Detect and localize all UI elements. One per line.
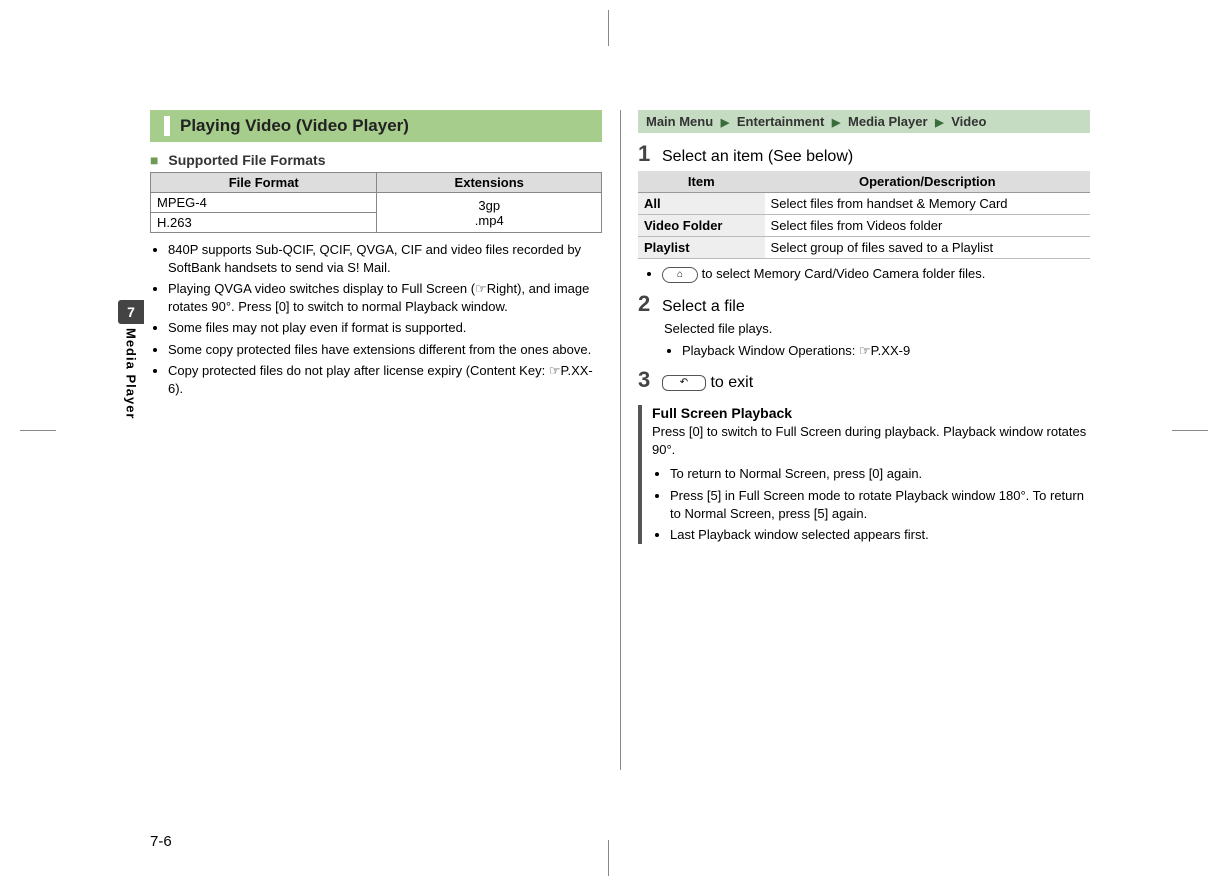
square-bullet-icon: ■ bbox=[150, 152, 158, 168]
callout-title: Full Screen Playback bbox=[652, 405, 1090, 421]
chapter-number: 7 bbox=[118, 300, 144, 324]
chapter-tab: 7 Media Player bbox=[118, 300, 144, 420]
step-3-text: to exit bbox=[710, 374, 753, 391]
table-row: All Select files from handset & Memory C… bbox=[638, 193, 1090, 215]
step-text: Select a file bbox=[662, 298, 745, 316]
desc-cell: Select files from handset & Memory Card bbox=[765, 193, 1090, 215]
table-header-extensions: Extensions bbox=[377, 173, 602, 193]
note-item: 840P supports Sub-QCIF, QCIF, QVGA, CIF … bbox=[168, 241, 602, 276]
full-screen-callout: Full Screen Playback Press [0] to switch… bbox=[638, 405, 1090, 544]
post-table-note: ⌂ to select Memory Card/Video Camera fol… bbox=[644, 265, 1090, 283]
step-text: Select an item (See below) bbox=[662, 148, 853, 166]
crumb: Entertainment bbox=[737, 114, 824, 129]
crop-mark bbox=[608, 10, 609, 46]
crumb: Video bbox=[951, 114, 986, 129]
breadcrumb-separator-icon: ▶ bbox=[832, 117, 840, 129]
softkey-icon: ⌂ bbox=[662, 267, 698, 283]
menu-breadcrumb: Main Menu ▶ Entertainment ▶ Media Player… bbox=[638, 110, 1090, 133]
note-item: Some copy protected files have extension… bbox=[168, 341, 602, 359]
crop-mark bbox=[1172, 430, 1208, 431]
crumb: Main Menu bbox=[646, 114, 713, 129]
left-column: Playing Video (Video Player) ■ Supported… bbox=[150, 110, 620, 790]
table-cell-format: MPEG-4 bbox=[151, 193, 377, 213]
note-item: Some files may not play even if format i… bbox=[168, 319, 602, 337]
crop-mark bbox=[20, 430, 56, 431]
end-key-icon: ↶ bbox=[662, 375, 706, 391]
section-heading: Playing Video (Video Player) bbox=[150, 110, 602, 142]
item-cell: All bbox=[638, 193, 765, 215]
item-cell: Video Folder bbox=[638, 215, 765, 237]
heading-title: Playing Video (Video Player) bbox=[180, 116, 409, 136]
right-column: Main Menu ▶ Entertainment ▶ Media Player… bbox=[620, 110, 1090, 790]
ext-line-2: .mp4 bbox=[475, 213, 504, 228]
step-1: 1 Select an item (See below) bbox=[638, 141, 1090, 167]
note-item: Last Playback window selected appears fi… bbox=[670, 526, 1090, 544]
callout-body: Press [0] to switch to Full Screen durin… bbox=[652, 423, 1090, 459]
note-item: Playing QVGA video switches display to F… bbox=[168, 280, 602, 315]
note-item: Playback Window Operations: ☞P.XX-9 bbox=[682, 342, 1090, 360]
format-notes-list: 840P supports Sub-QCIF, QCIF, QVGA, CIF … bbox=[150, 241, 602, 397]
step-2-notes: Playback Window Operations: ☞P.XX-9 bbox=[664, 342, 1090, 360]
note-text: to select Memory Card/Video Camera folde… bbox=[702, 266, 986, 281]
subheading-text: Supported File Formats bbox=[168, 152, 325, 168]
step-text: ↶ to exit bbox=[662, 374, 753, 392]
table-cell-extensions: 3gp .mp4 bbox=[377, 193, 602, 233]
crop-mark bbox=[608, 840, 609, 876]
heading-accent bbox=[164, 116, 170, 136]
breadcrumb-separator-icon: ▶ bbox=[721, 117, 729, 129]
table-header-format: File Format bbox=[151, 173, 377, 193]
file-format-table: File Format Extensions MPEG-4 3gp .mp4 H… bbox=[150, 172, 602, 233]
step-2-sub: Selected file plays. bbox=[664, 321, 1090, 336]
items-header-desc: Operation/Description bbox=[765, 171, 1090, 193]
step-3: 3 ↶ to exit bbox=[638, 367, 1090, 393]
page-number: 7-6 bbox=[150, 833, 172, 850]
items-header-item: Item bbox=[638, 171, 765, 193]
callout-bullets: To return to Normal Screen, press [0] ag… bbox=[652, 465, 1090, 543]
ext-line-1: 3gp bbox=[478, 198, 500, 213]
item-table: Item Operation/Description All Select fi… bbox=[638, 171, 1090, 259]
desc-cell: Select files from Videos folder bbox=[765, 215, 1090, 237]
subheading-supported-formats: ■ Supported File Formats bbox=[150, 152, 602, 168]
step-2: 2 Select a file bbox=[638, 291, 1090, 317]
desc-cell: Select group of files saved to a Playlis… bbox=[765, 237, 1090, 259]
table-row: Video Folder Select files from Videos fo… bbox=[638, 215, 1090, 237]
breadcrumb-separator-icon: ▶ bbox=[935, 117, 943, 129]
step-number: 2 bbox=[638, 291, 662, 317]
note-item: ⌂ to select Memory Card/Video Camera fol… bbox=[662, 265, 1090, 283]
item-cell: Playlist bbox=[638, 237, 765, 259]
step-number: 1 bbox=[638, 141, 662, 167]
chapter-label: Media Player bbox=[124, 328, 139, 420]
crumb: Media Player bbox=[848, 114, 928, 129]
note-item: Press [5] in Full Screen mode to rotate … bbox=[670, 487, 1090, 522]
column-divider bbox=[620, 110, 621, 770]
table-cell-format: H.263 bbox=[151, 213, 377, 233]
table-row: Playlist Select group of files saved to … bbox=[638, 237, 1090, 259]
note-item: Copy protected files do not play after l… bbox=[168, 362, 602, 397]
note-item: To return to Normal Screen, press [0] ag… bbox=[670, 465, 1090, 483]
step-number: 3 bbox=[638, 367, 662, 393]
